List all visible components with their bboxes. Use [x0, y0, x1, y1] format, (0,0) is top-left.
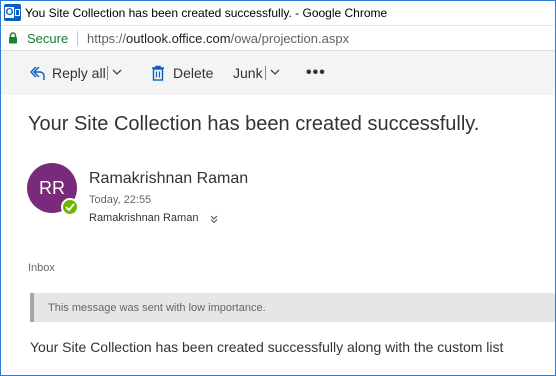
importance-text: This message was sent with low importanc… [48, 302, 266, 314]
more-icon: ••• [306, 64, 326, 81]
url-path: /owa/projection.aspx [230, 31, 350, 46]
folder-label[interactable]: Inbox [28, 262, 55, 274]
delete-button[interactable]: Delete [151, 61, 213, 85]
toolbar-divider [107, 66, 108, 80]
secure-label[interactable]: Secure [27, 31, 68, 46]
reply-all-icon [30, 66, 45, 80]
importance-accent [30, 293, 34, 322]
delete-label: Delete [173, 65, 214, 81]
outlook-app-icon: O [4, 4, 21, 21]
trash-icon [152, 65, 164, 81]
junk-button[interactable]: Junk [233, 61, 263, 85]
recipient-name[interactable]: Ramakrishnan Raman [89, 212, 198, 224]
window-title: You Site Collection has been created suc… [25, 6, 388, 20]
address-bar[interactable]: Secure https://outlook.office.com/owa/pr… [1, 26, 555, 51]
chevron-down-icon[interactable] [111, 66, 123, 78]
presence-available-icon [61, 198, 79, 216]
expand-recipients-icon[interactable] [209, 214, 219, 224]
reply-all-label: Reply all [52, 65, 106, 81]
address-separator [77, 31, 78, 46]
more-actions-button[interactable]: ••• [306, 61, 326, 85]
message-body: Your Site Collection has been created su… [30, 339, 504, 355]
url-scheme: https:// [87, 31, 127, 46]
junk-label: Junk [233, 65, 263, 81]
chevron-down-icon[interactable] [269, 66, 281, 78]
reply-all-button[interactable]: Reply all [29, 61, 106, 85]
message-timestamp: Today, 22:55 [89, 194, 152, 206]
message-subject: Your Site Collection has been created su… [28, 113, 480, 135]
lock-icon[interactable] [8, 32, 18, 44]
browser-window: O You Site Collection has been created s… [0, 0, 556, 376]
url-host: outlook.office.com [126, 31, 231, 46]
toolbar-divider [265, 66, 266, 80]
url-field[interactable]: https://outlook.office.com/owa/projectio… [87, 31, 349, 46]
importance-notice: This message was sent with low importanc… [30, 293, 555, 322]
sender-name[interactable]: Ramakrishnan Raman [89, 170, 248, 188]
message-toolbar: Reply all Delete Junk ••• [1, 51, 555, 95]
title-bar: O You Site Collection has been created s… [1, 1, 555, 26]
